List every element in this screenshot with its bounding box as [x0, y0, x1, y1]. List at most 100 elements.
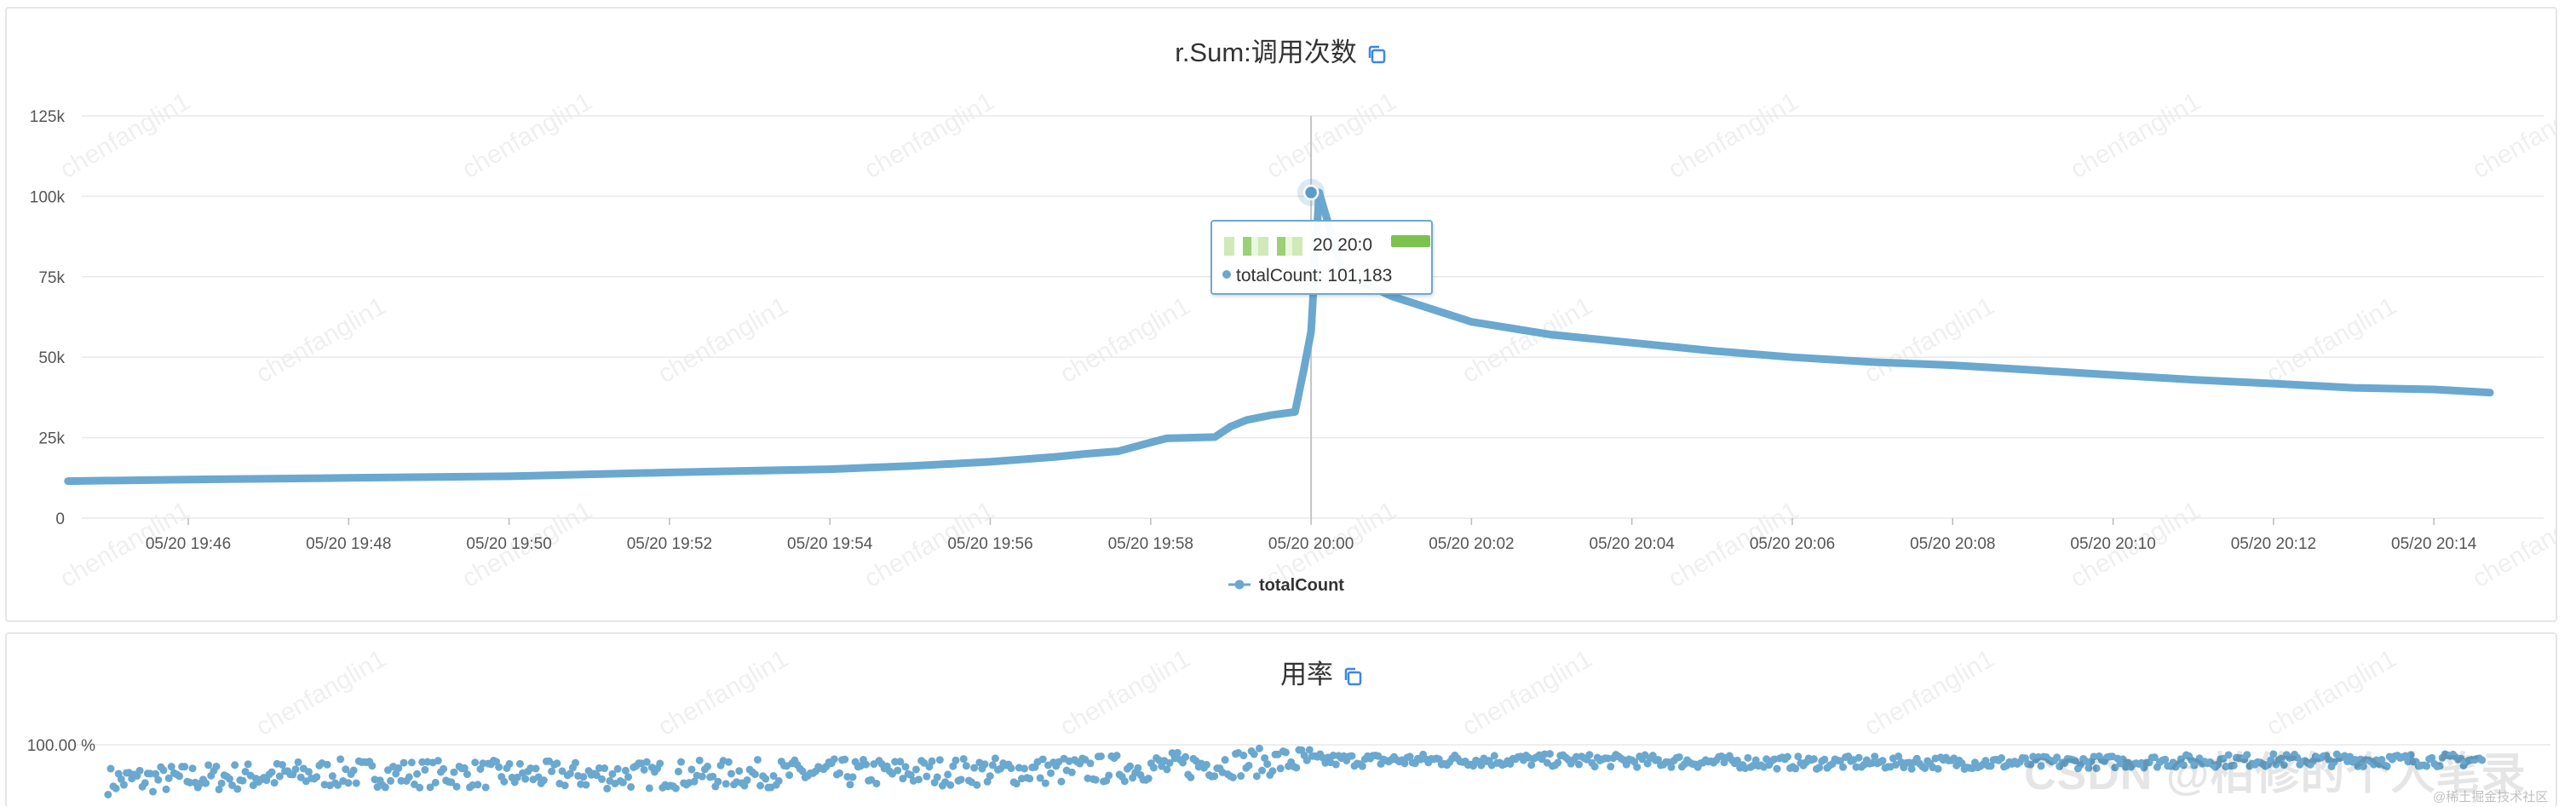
data-point: [2084, 370, 2092, 378]
data-point: [826, 465, 834, 473]
data-point: [1955, 361, 1963, 370]
data-point: [217, 779, 226, 787]
data-point: [1249, 415, 1257, 423]
data-point: [911, 765, 920, 774]
data-point: [291, 765, 300, 774]
data-point: [2072, 369, 2080, 377]
data-point: [1809, 755, 1818, 764]
watermark-text: chenfanglin1: [2468, 87, 2557, 184]
data-point: [104, 790, 112, 798]
data-point: [1554, 758, 1562, 767]
data-point: [1607, 763, 1615, 771]
data-point: [1773, 764, 1781, 773]
data-point: [204, 761, 213, 770]
data-point: [181, 763, 189, 771]
data-point: [645, 784, 653, 793]
data-point: [1924, 360, 1932, 368]
data-point: [2115, 372, 2124, 379]
data-point: [539, 776, 548, 785]
data-point: [413, 770, 422, 778]
data-point: [112, 784, 120, 793]
data-point: [267, 768, 276, 776]
data-point: [2066, 368, 2074, 377]
x-tick-label: 05/20 19:48: [306, 535, 391, 553]
data-point: [1850, 357, 1858, 365]
data-point: [2202, 377, 2210, 384]
data-point: [962, 459, 969, 467]
data-point: [202, 779, 210, 787]
data-point: [727, 770, 735, 778]
tooltip-header: 20 20:0: [1224, 235, 1430, 259]
x-tick-label: 05/20 20:10: [2070, 535, 2155, 553]
data-point: [2319, 382, 2327, 390]
data-point: [1667, 763, 1676, 771]
data-point: [1113, 752, 1121, 760]
data-point: [1826, 355, 1833, 364]
data-point: [1961, 362, 1969, 370]
data-point: [582, 781, 590, 789]
data-point: [440, 764, 448, 773]
data-point: [2381, 384, 2389, 392]
data-point: [1067, 768, 1076, 776]
data-point: [2245, 378, 2253, 386]
data-point: [2257, 379, 2265, 387]
data-point: [1868, 358, 1877, 366]
data-point: [698, 772, 706, 781]
data-point: [2269, 379, 2278, 388]
data-point: [2461, 387, 2470, 395]
data-point: [957, 775, 965, 784]
data-point: [933, 773, 941, 781]
data-point: [1261, 412, 1269, 420]
data-point: [1820, 755, 1829, 764]
data-point: [1893, 359, 1901, 367]
data-point: [1575, 760, 1584, 769]
watermark-text: chenfanglin1: [1664, 87, 1803, 184]
watermark-text: chenfanglin1: [2066, 87, 2205, 184]
source-watermark-sub: @稀土掘金技术社区: [2433, 790, 2549, 804]
data-point: [980, 760, 989, 769]
data-point: [188, 764, 197, 773]
data-point: [980, 458, 988, 466]
data-point: [695, 756, 704, 764]
data-point: [2041, 366, 2050, 375]
data-point: [613, 764, 622, 773]
watermark-text: chenfanglin1: [653, 644, 793, 741]
data-point: [1038, 755, 1047, 764]
data-point: [2233, 378, 2240, 386]
data-point: [2406, 385, 2413, 393]
data-point: [848, 773, 857, 781]
data-point: [2183, 375, 2191, 383]
data-point: [1057, 777, 1066, 786]
data-point: [2288, 381, 2296, 389]
data-point: [106, 764, 115, 773]
tooltip-redacted-date: [1224, 237, 1306, 256]
data-point: [1900, 360, 1907, 367]
data-point: [1930, 360, 1938, 368]
data-point: [943, 460, 952, 468]
data-point: [407, 758, 416, 767]
data-point: [1942, 361, 1951, 369]
watermark-text: chenfanglin1: [2468, 496, 2557, 593]
data-point: [2430, 385, 2438, 394]
data-point: [553, 759, 561, 768]
data-point: [381, 783, 389, 792]
data-point: [991, 754, 999, 763]
data-point: [1992, 364, 2000, 372]
data-point: [857, 464, 865, 472]
data-point: [405, 773, 413, 781]
data-point: [1733, 349, 1741, 357]
data-point: [1086, 759, 1095, 768]
watermark-text: chenfanglin1: [1860, 644, 1999, 741]
data-point: [1273, 411, 1281, 418]
data-point: [304, 768, 313, 776]
data-point: [239, 776, 247, 785]
tooltip-redacted-mark: [1391, 235, 1430, 247]
data-point: [2480, 389, 2487, 396]
data-point: [2103, 371, 2111, 378]
data-point: [2016, 366, 2025, 373]
data-point: [244, 760, 252, 769]
data-point: [882, 463, 889, 471]
data-point: [2208, 377, 2216, 384]
x-tick-label: 05/20 19:56: [947, 535, 1032, 553]
data-point: [175, 772, 184, 781]
